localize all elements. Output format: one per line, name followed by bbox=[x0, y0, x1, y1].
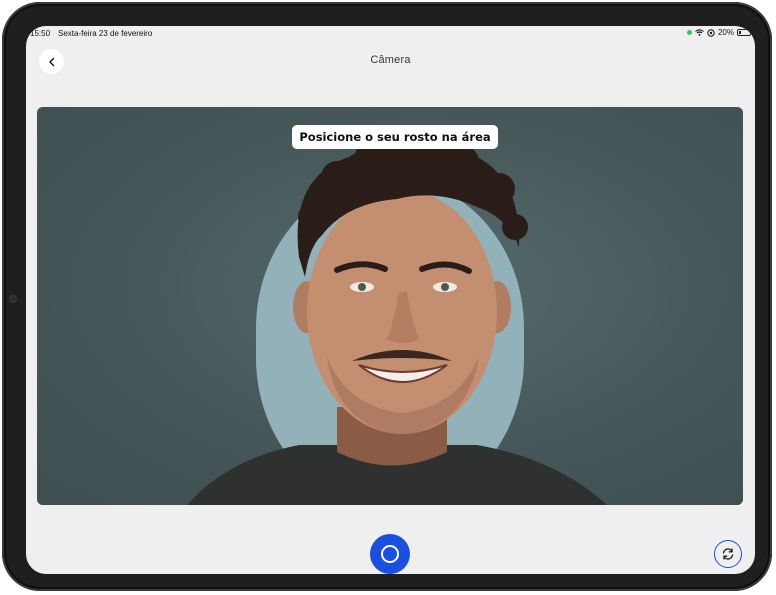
screen: 15:50 Sexta-feira 23 de fevereiro 20% Câ… bbox=[26, 26, 755, 574]
page-title: Câmera bbox=[370, 54, 411, 66]
status-indicators: 20% bbox=[686, 28, 751, 37]
camera-in-use-indicator bbox=[686, 30, 692, 35]
battery-icon bbox=[737, 29, 751, 36]
wifi-icon bbox=[695, 29, 704, 36]
capture-button[interactable] bbox=[370, 534, 410, 574]
status-time: 15:50 bbox=[30, 29, 51, 38]
battery-percentage: 20% bbox=[717, 28, 734, 37]
focus-mode-icon bbox=[707, 28, 715, 37]
circle-icon bbox=[381, 545, 399, 563]
camera-preview: Posicione o seu rosto na área bbox=[37, 107, 743, 505]
camera-rotate-icon bbox=[722, 548, 734, 560]
switch-camera-button[interactable] bbox=[714, 540, 742, 568]
face-instruction-banner: Posicione o seu rosto na área bbox=[292, 125, 498, 149]
status-date: Sexta-feira 23 de fevereiro bbox=[58, 29, 153, 38]
front-camera-lens bbox=[9, 295, 17, 303]
tablet-frame: 15:50 Sexta-feira 23 de fevereiro 20% Câ… bbox=[2, 2, 772, 591]
status-bar: 15:50 Sexta-feira 23 de fevereiro 20% bbox=[26, 26, 755, 42]
person-face-image bbox=[187, 135, 607, 505]
